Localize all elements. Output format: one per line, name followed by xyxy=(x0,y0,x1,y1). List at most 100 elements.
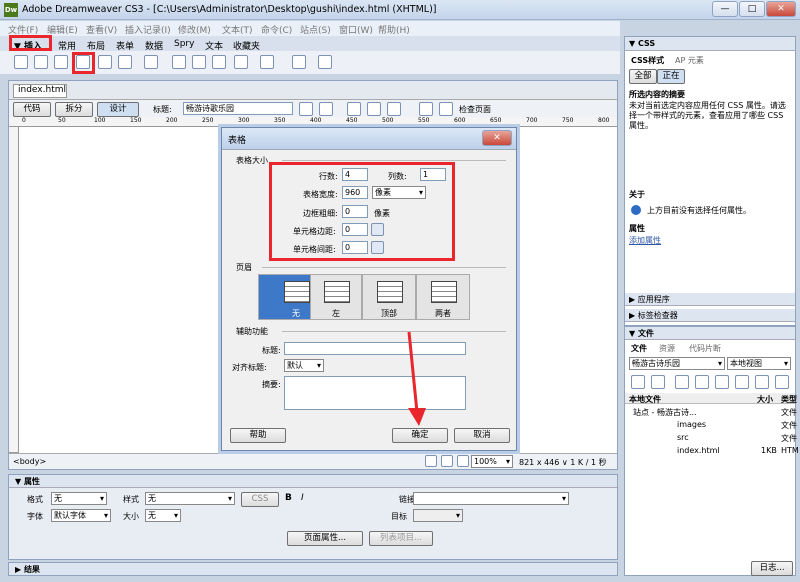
window-size[interactable]: 821 x 446 ∨ 1 K / 1 秒 xyxy=(519,457,607,468)
header-option-top[interactable]: 顶部 xyxy=(362,274,416,320)
header-both-icon xyxy=(431,281,457,303)
cancel-button[interactable]: 取消 xyxy=(454,428,510,443)
minimize-button[interactable]: — xyxy=(712,1,738,17)
tree-item-images[interactable]: images xyxy=(677,420,706,429)
col-type[interactable]: 类型 xyxy=(781,394,797,405)
style-select[interactable]: 无 xyxy=(145,492,235,505)
view-select[interactable]: 本地视图 xyxy=(727,357,791,370)
zoom-tool-icon[interactable] xyxy=(457,455,469,467)
date-icon[interactable] xyxy=(172,55,186,69)
image-icon[interactable] xyxy=(118,55,132,69)
current-button[interactable]: 正在 xyxy=(657,69,685,84)
zoom-select[interactable]: 100% xyxy=(471,455,513,468)
application-title[interactable]: ▶ 应用程序 xyxy=(629,294,670,305)
visual-aids-icon[interactable] xyxy=(387,102,401,116)
list-item-button[interactable]: 列表项目... xyxy=(369,531,433,546)
align-caption-select[interactable]: 默认 xyxy=(284,359,324,372)
comment-icon[interactable] xyxy=(212,55,226,69)
template-icon[interactable] xyxy=(292,55,306,69)
size-select[interactable]: 无 xyxy=(145,509,181,522)
properties-panel: ▼ 属性 格式 无 样式 无 CSS B I 链接 字体 默认字体 大小 无 目… xyxy=(8,474,618,560)
results-title[interactable]: ▶ 结果 xyxy=(15,564,40,575)
help-button[interactable]: 帮助 xyxy=(230,428,286,443)
get-files-icon[interactable] xyxy=(675,375,689,389)
menu-view[interactable]: 查看(V) xyxy=(86,23,117,36)
css-button[interactable]: CSS xyxy=(241,492,279,507)
ok-button[interactable]: 确定 xyxy=(392,428,448,443)
validate-icon[interactable] xyxy=(419,102,433,116)
check-out-icon[interactable] xyxy=(715,375,729,389)
check-page-icon[interactable] xyxy=(439,102,453,116)
site-select[interactable]: 畅游古诗乐园 xyxy=(629,357,725,370)
italic-button[interactable]: I xyxy=(301,493,304,503)
put-files-icon[interactable] xyxy=(695,375,709,389)
menu-text[interactable]: 文本(T) xyxy=(222,23,253,36)
bold-button[interactable]: B xyxy=(285,493,292,503)
page-title-input[interactable]: 畅游诗歌乐园 xyxy=(183,102,293,115)
split-view-button[interactable]: 拆分 xyxy=(55,102,93,117)
code-view-button[interactable]: 代码 xyxy=(13,102,51,117)
design-view-button[interactable]: 设计 xyxy=(97,102,139,117)
tag-chooser-icon[interactable] xyxy=(318,55,332,69)
tree-item-site[interactable]: 站点 - 畅游古诗... xyxy=(633,407,697,418)
div-icon[interactable] xyxy=(98,55,112,69)
link-input[interactable] xyxy=(413,492,569,505)
close-button[interactable]: ✕ xyxy=(766,1,796,17)
summary-textarea[interactable] xyxy=(284,376,466,410)
expand-icon[interactable] xyxy=(775,375,789,389)
font-select[interactable]: 默认字体 xyxy=(51,509,111,522)
files-panel-title[interactable]: ▼ 文件 xyxy=(629,328,654,339)
target-select[interactable] xyxy=(413,509,463,522)
add-property-link[interactable]: 添加属性 xyxy=(629,235,661,246)
tag-selector[interactable]: <body> xyxy=(13,457,46,466)
file-management-icon[interactable] xyxy=(299,102,313,116)
menu-insert[interactable]: 插入记录(I) xyxy=(125,23,171,36)
server-include-icon[interactable] xyxy=(192,55,206,69)
page-properties-button[interactable]: 页面属性... xyxy=(287,531,363,546)
header-option-left[interactable]: 左 xyxy=(310,274,362,320)
script-icon[interactable] xyxy=(260,55,274,69)
menu-commands[interactable]: 命令(C) xyxy=(261,23,292,36)
refresh-files-icon[interactable] xyxy=(651,375,665,389)
hand-tool-icon[interactable] xyxy=(441,455,453,467)
tab-assets[interactable]: 资源 xyxy=(659,343,675,354)
maximize-button[interactable]: □ xyxy=(739,1,765,17)
tab-ap-elements[interactable]: AP 元素 xyxy=(675,55,704,66)
header-option-both[interactable]: 两者 xyxy=(416,274,470,320)
caption-input[interactable] xyxy=(284,342,466,355)
tab-css-styles[interactable]: CSS样式 xyxy=(631,55,664,66)
col-size[interactable]: 大小 xyxy=(757,394,773,405)
tag-inspector-title[interactable]: ▶ 标签检查器 xyxy=(629,310,678,321)
hyperlink-icon[interactable] xyxy=(14,55,28,69)
doc-tab[interactable]: index.html xyxy=(13,84,67,98)
synchronize-icon[interactable] xyxy=(755,375,769,389)
email-link-icon[interactable] xyxy=(34,55,48,69)
dialog-close-button[interactable]: ✕ xyxy=(482,130,512,146)
tree-item-src[interactable]: src xyxy=(677,433,689,442)
tab-files[interactable]: 文件 xyxy=(631,343,647,354)
menu-help[interactable]: 帮助(H) xyxy=(378,23,410,36)
all-button[interactable]: 全部 xyxy=(629,69,657,84)
menu-window[interactable]: 窗口(W) xyxy=(339,23,373,36)
refresh-icon[interactable] xyxy=(347,102,361,116)
preview-icon[interactable] xyxy=(319,102,333,116)
tree-item-index[interactable]: index.html xyxy=(677,446,720,455)
connect-icon[interactable] xyxy=(631,375,645,389)
col-local-files[interactable]: 本地文件 xyxy=(629,394,661,405)
menu-site[interactable]: 站点(S) xyxy=(300,23,331,36)
log-button[interactable]: 日志... xyxy=(751,561,793,576)
anchor-icon[interactable] xyxy=(54,55,68,69)
tab-spry[interactable]: Spry xyxy=(174,39,194,49)
head-icon[interactable] xyxy=(234,55,248,69)
properties-title[interactable]: ▼ 属性 xyxy=(15,476,40,487)
check-page-label[interactable]: 检查页面 xyxy=(459,104,491,115)
css-panel-title[interactable]: ▼ CSS xyxy=(629,39,655,48)
tab-snippets[interactable]: 代码片断 xyxy=(689,343,721,354)
files-panel-header: ▼ 文件 xyxy=(625,327,795,340)
menu-modify[interactable]: 修改(M) xyxy=(178,23,211,36)
media-icon[interactable] xyxy=(144,55,158,69)
format-select[interactable]: 无 xyxy=(51,492,107,505)
view-options-icon[interactable] xyxy=(367,102,381,116)
check-in-icon[interactable] xyxy=(735,375,749,389)
select-tool-icon[interactable] xyxy=(425,455,437,467)
